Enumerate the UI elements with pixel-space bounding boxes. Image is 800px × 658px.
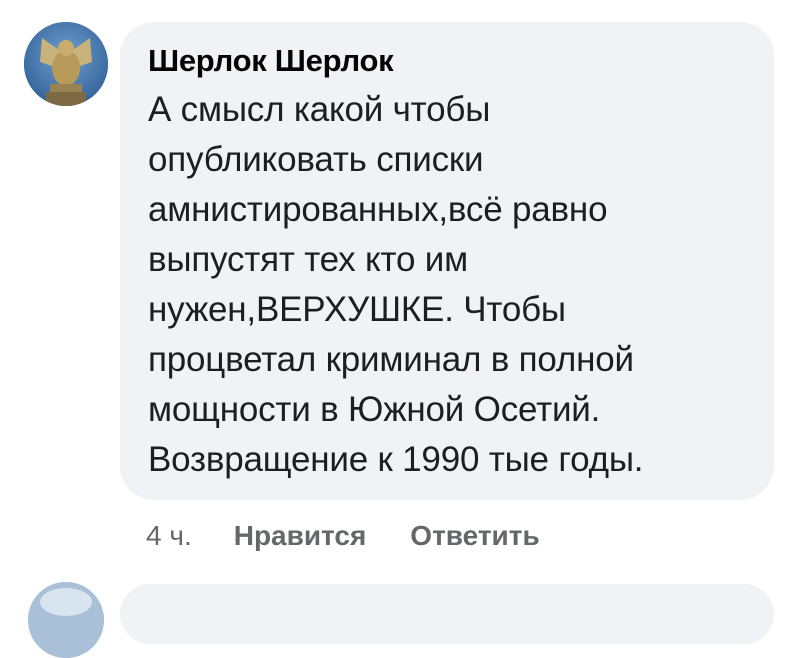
comment-actions: 4 ч. Нравится Ответить <box>146 516 540 556</box>
next-comment-avatar[interactable] <box>28 582 104 658</box>
comment-text: А смысл какой чтобы опубликовать списки … <box>148 90 644 479</box>
author-avatar[interactable] <box>24 22 108 106</box>
comment-bubble: Шерлок Шерлок А смысл какой чтобы опубли… <box>120 22 774 500</box>
like-button[interactable]: Нравится <box>234 520 367 552</box>
reply-button[interactable]: Ответить <box>410 520 539 552</box>
comment-timestamp[interactable]: 4 ч. <box>146 520 192 552</box>
next-comment-bubble <box>120 584 774 644</box>
griffin-statue-avatar-icon <box>24 22 108 106</box>
comment-author-name[interactable]: Шерлок Шерлок <box>148 42 752 80</box>
partial-avatar-icon <box>28 582 104 658</box>
